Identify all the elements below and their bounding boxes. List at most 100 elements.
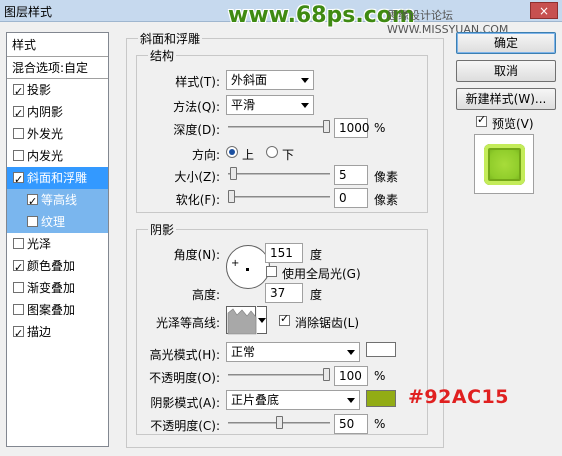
- highlight-opacity-unit: %: [374, 369, 386, 383]
- checkbox-icon[interactable]: [27, 191, 38, 213]
- highlight-opacity-input[interactable]: 100: [334, 366, 368, 386]
- style-item-inner-glow[interactable]: 内发光: [7, 145, 108, 167]
- direction-up-label: 上: [242, 148, 255, 162]
- gloss-contour-dropdown[interactable]: [257, 306, 267, 334]
- direction-label: 方向:: [191, 148, 220, 162]
- ok-button[interactable]: 确定: [456, 32, 556, 54]
- style-item-bevel-emboss[interactable]: 斜面和浮雕: [7, 167, 108, 191]
- chevron-down-icon: [347, 350, 355, 355]
- style-item-outer-glow[interactable]: 外发光: [7, 123, 108, 145]
- slider-thumb[interactable]: [323, 368, 330, 381]
- direction-up-radio[interactable]: [226, 146, 238, 158]
- checkbox-icon[interactable]: [13, 257, 24, 279]
- style-item-satin[interactable]: 光泽: [7, 233, 108, 255]
- size-slider[interactable]: [228, 167, 330, 181]
- style-item-gradient-overlay[interactable]: 渐变叠加: [7, 277, 108, 299]
- direction-down-label: 下: [282, 148, 295, 162]
- checkbox-icon[interactable]: [27, 216, 38, 227]
- highlight-color-swatch[interactable]: [366, 342, 396, 357]
- soften-label: 软化(F):: [175, 193, 220, 207]
- slider-thumb[interactable]: [228, 190, 235, 203]
- shadow-color-swatch[interactable]: [366, 390, 396, 407]
- highlight-opacity-label: 不透明度(O):: [149, 371, 220, 385]
- chevron-down-icon: [301, 78, 309, 83]
- soften-input[interactable]: 0: [334, 188, 368, 208]
- style-item-label: 描边: [27, 325, 52, 339]
- size-label: 大小(Z):: [174, 170, 220, 184]
- close-button[interactable]: ×: [530, 2, 558, 19]
- style-item-label: 外发光: [27, 127, 64, 141]
- shadow-opacity-label: 不透明度(C):: [150, 419, 220, 433]
- highlight-opacity-slider[interactable]: [228, 368, 330, 382]
- checkbox-icon[interactable]: [13, 128, 24, 139]
- chevron-down-icon: [347, 398, 355, 403]
- hex-color-annotation: #92AC15: [408, 386, 509, 408]
- style-item-label: 斜面和浮雕: [27, 171, 88, 185]
- contour-curve-icon: [227, 308, 257, 335]
- angle-label: 角度(N):: [173, 248, 220, 262]
- chevron-down-icon: [301, 103, 309, 108]
- style-list-header[interactable]: 样式: [7, 33, 108, 57]
- global-light-checkbox[interactable]: [266, 266, 277, 277]
- technique-select[interactable]: 平滑: [226, 95, 314, 115]
- cancel-button[interactable]: 取消: [456, 60, 556, 82]
- gloss-contour-swatch[interactable]: [226, 306, 257, 335]
- antialias-checkbox[interactable]: [279, 312, 290, 326]
- slider-thumb[interactable]: [230, 167, 237, 180]
- highlight-mode-value: 正常: [231, 345, 256, 359]
- bevel-style-value: 外斜面: [231, 73, 268, 87]
- angle-input[interactable]: 151: [265, 243, 303, 263]
- checkbox-icon[interactable]: [13, 238, 24, 249]
- title-bar: 图层样式 www.68ps.com 思缘设计论坛 WWW.MISSYUAN.CO…: [0, 0, 562, 36]
- style-item-label: 内阴影: [27, 105, 64, 119]
- shadow-opacity-unit: %: [374, 417, 386, 431]
- depth-slider[interactable]: [228, 120, 330, 134]
- slider-thumb[interactable]: [323, 120, 330, 133]
- angle-dot: [246, 268, 249, 271]
- style-item-pattern-overlay[interactable]: 图案叠加: [7, 299, 108, 321]
- style-item-label: 纹理: [41, 215, 66, 229]
- style-item-label: 内发光: [27, 149, 64, 163]
- altitude-input[interactable]: 37: [265, 283, 303, 303]
- style-item-drop-shadow[interactable]: 投影: [7, 79, 108, 103]
- style-list: 样式 混合选项:自定 投影 内阴影 外发光 内发光 斜面和浮雕 等高线 纹理 光…: [6, 32, 109, 447]
- checkbox-icon[interactable]: [13, 81, 24, 103]
- shadow-mode-select[interactable]: 正片叠底: [226, 390, 360, 410]
- depth-input[interactable]: 1000: [334, 118, 370, 138]
- bevel-style-select[interactable]: 外斜面: [226, 70, 314, 90]
- style-item-stroke[interactable]: 描边: [7, 321, 108, 345]
- style-item-label: 渐变叠加: [27, 281, 76, 295]
- new-style-button[interactable]: 新建样式(W)...: [456, 88, 556, 110]
- checkbox-icon[interactable]: [13, 282, 24, 293]
- checkbox-icon[interactable]: [13, 103, 24, 125]
- preview-checkbox[interactable]: [476, 113, 487, 127]
- style-item-label: 光泽: [27, 237, 52, 251]
- slider-track: [228, 173, 330, 175]
- style-item-inner-shadow[interactable]: 内阴影: [7, 101, 108, 125]
- angle-dial[interactable]: +: [226, 245, 270, 289]
- highlight-mode-select[interactable]: 正常: [226, 342, 360, 362]
- blending-options[interactable]: 混合选项:自定: [7, 57, 108, 79]
- slider-thumb[interactable]: [276, 416, 283, 429]
- checkbox-icon[interactable]: [13, 323, 24, 345]
- technique-value: 平滑: [231, 98, 256, 112]
- soften-slider[interactable]: [228, 190, 330, 204]
- style-item-label: 投影: [27, 83, 52, 97]
- shading-title: 阴影: [148, 221, 177, 238]
- size-unit: 像素: [374, 170, 399, 184]
- style-item-contour[interactable]: 等高线: [7, 189, 108, 213]
- checkbox-icon[interactable]: [13, 169, 24, 191]
- antialias-label: 消除锯齿(L): [295, 316, 360, 330]
- size-input[interactable]: 5: [334, 165, 368, 185]
- style-item-color-overlay[interactable]: 颜色叠加: [7, 255, 108, 279]
- style-item-label: 等高线: [41, 193, 78, 207]
- direction-down-radio[interactable]: [266, 146, 278, 158]
- shadow-opacity-slider[interactable]: [228, 416, 330, 430]
- crosshair-icon: +: [231, 258, 240, 269]
- checkbox-icon[interactable]: [13, 150, 24, 161]
- style-item-label: 颜色叠加: [27, 259, 76, 273]
- style-item-texture[interactable]: 纹理: [7, 211, 108, 233]
- shadow-mode-label: 阴影模式(A):: [150, 396, 220, 410]
- shadow-opacity-input[interactable]: 50: [334, 414, 368, 434]
- checkbox-icon[interactable]: [13, 304, 24, 315]
